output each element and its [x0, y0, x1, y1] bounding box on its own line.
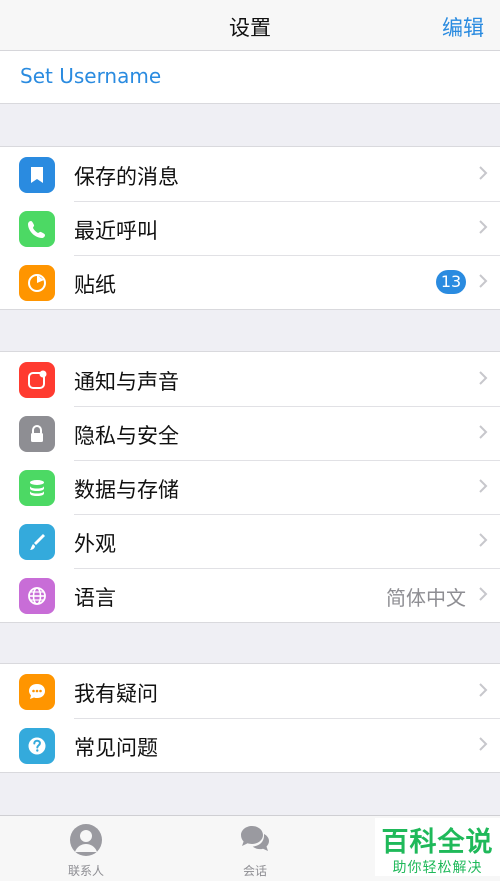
- phone-icon: [19, 211, 55, 247]
- chevron-right-icon: [479, 371, 488, 385]
- settings-row-saved-messages[interactable]: 保存的消息: [0, 147, 500, 201]
- settings-row-label: 贴纸: [74, 273, 116, 297]
- chevron-right-icon: [479, 737, 488, 751]
- settings-row-notifications[interactable]: 通知与声音: [0, 352, 500, 406]
- tab-label: 联系人: [67, 864, 104, 878]
- watermark: 百科全说 助你轻松解决: [375, 818, 500, 876]
- settings-row-appearance[interactable]: 外观: [0, 514, 500, 568]
- set-username-label: Set Username: [20, 64, 162, 88]
- bookmark-icon: [19, 157, 55, 193]
- edit-button[interactable]: 编辑: [442, 12, 484, 42]
- question-icon: [19, 728, 55, 764]
- chevron-right-icon: [479, 479, 488, 493]
- settings-row-data-storage[interactable]: 数据与存储: [0, 460, 500, 514]
- chevron-right-icon: [479, 220, 488, 234]
- settings-row-label: 数据与存储: [74, 478, 179, 502]
- database-icon: [19, 470, 55, 506]
- settings-row-label: 隐私与安全: [74, 424, 179, 448]
- set-username-row[interactable]: Set Username: [0, 51, 500, 104]
- settings-row-label: 保存的消息: [74, 165, 179, 189]
- navigation-bar: 设置 编辑: [0, 0, 500, 51]
- watermark-logo: 百科全说: [381, 827, 494, 858]
- chevron-right-icon: [479, 683, 488, 697]
- language-value: 简体中文: [386, 586, 466, 610]
- chevron-right-icon: [479, 533, 488, 547]
- settings-row-privacy[interactable]: 隐私与安全: [0, 406, 500, 460]
- settings-row-stickers[interactable]: 贴纸 13: [0, 255, 500, 309]
- settings-group-2: 通知与声音 隐私与安全 数据与存储 外观 语言 简体中文: [0, 351, 500, 623]
- chevron-right-icon: [479, 587, 488, 601]
- globe-icon: [19, 578, 55, 614]
- settings-row-label: 我有疑问: [74, 682, 158, 706]
- settings-row-recent-calls[interactable]: 最近呼叫: [0, 201, 500, 255]
- brush-icon: [19, 524, 55, 560]
- tab-label: 会话: [242, 864, 267, 878]
- watermark-subtitle: 助你轻松解决: [392, 860, 483, 876]
- chevron-right-icon: [479, 166, 488, 180]
- settings-group-1: 保存的消息 最近呼叫 贴纸 13: [0, 146, 500, 310]
- lock-icon: [19, 416, 55, 452]
- tab-chats[interactable]: 会话: [215, 822, 295, 879]
- chats-icon: [241, 826, 269, 851]
- chevron-right-icon: [479, 425, 488, 439]
- contacts-icon: [70, 824, 102, 856]
- settings-row-label: 语言: [74, 586, 116, 610]
- settings-row-label: 外观: [74, 532, 116, 556]
- chevron-right-icon: [479, 274, 488, 288]
- tab-contacts[interactable]: 联系人: [46, 822, 126, 879]
- settings-row-faq[interactable]: 常见问题: [0, 718, 500, 772]
- page-title: 设置: [229, 16, 271, 40]
- chat-bubble-icon: [19, 674, 55, 710]
- sticker-count-badge: 13: [436, 270, 466, 294]
- settings-row-label: 最近呼叫: [74, 219, 158, 243]
- settings-group-3: 我有疑问 常见问题: [0, 663, 500, 773]
- settings-row-label: 常见问题: [74, 736, 158, 760]
- sticker-icon: [19, 265, 55, 301]
- settings-row-label: 通知与声音: [74, 370, 179, 394]
- settings-row-language[interactable]: 语言 简体中文: [0, 568, 500, 622]
- settings-row-ask-question[interactable]: 我有疑问: [0, 664, 500, 718]
- notification-icon: [19, 362, 55, 398]
